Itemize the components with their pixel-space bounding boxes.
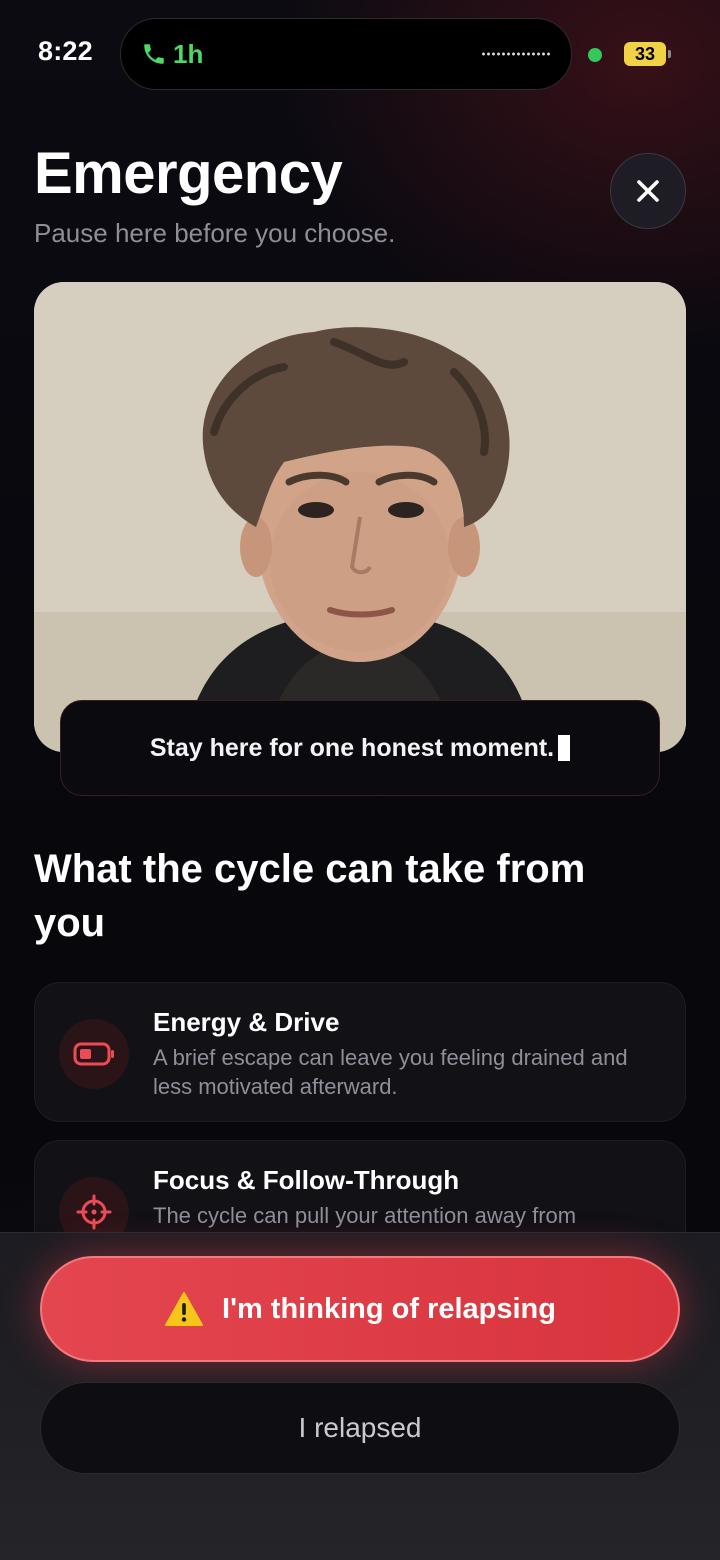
- page-subtitle: Pause here before you choose.: [34, 218, 396, 248]
- face-photo: [34, 282, 686, 752]
- battery-low-icon: [73, 1042, 114, 1066]
- camera-in-use-indicator: [588, 48, 602, 62]
- card-description: The cycle can pull your attention away f…: [153, 1203, 577, 1228]
- caption-text: Stay here for one honest moment.: [149, 733, 555, 762]
- card-title: Energy & Drive: [153, 1007, 340, 1037]
- card-title: Focus & Follow-Through: [153, 1165, 460, 1195]
- thinking-of-relapsing-label: I'm thinking of relapsing: [222, 1292, 556, 1325]
- warning-icon: [165, 1292, 204, 1326]
- caption-box: Stay here for one honest moment.: [60, 700, 660, 796]
- call-duration: 1h: [173, 39, 204, 69]
- audio-waveform-icon: [481, 52, 551, 56]
- close-icon: [637, 180, 659, 202]
- i-relapsed-label: I relapsed: [298, 1412, 422, 1443]
- phone-call-icon: [144, 44, 164, 64]
- battery-cap: [668, 50, 671, 58]
- battery-indicator: 33: [624, 42, 666, 66]
- section-title: What the cycle can take from you: [34, 847, 586, 945]
- dynamic-island[interactable]: 1h: [120, 18, 572, 90]
- status-time: 8:22: [38, 36, 93, 66]
- page-title: Emergency: [34, 141, 343, 206]
- typing-caret: [558, 735, 571, 761]
- close-button[interactable]: [610, 153, 686, 229]
- i-relapsed-button[interactable]: I relapsed: [40, 1382, 680, 1474]
- card-icon-badge: [59, 1019, 129, 1089]
- info-card-energy: Energy & Drive A brief escape can leave …: [34, 982, 686, 1122]
- thinking-of-relapsing-button[interactable]: I'm thinking of relapsing: [40, 1256, 680, 1362]
- self-camera-preview: [34, 282, 686, 752]
- crosshair-icon: [76, 1194, 112, 1230]
- card-description: A brief escape can leave you feeling dra…: [153, 1045, 628, 1099]
- emergency-screen: 8:22 1h 33 Emergency Pause here before y…: [0, 0, 720, 1560]
